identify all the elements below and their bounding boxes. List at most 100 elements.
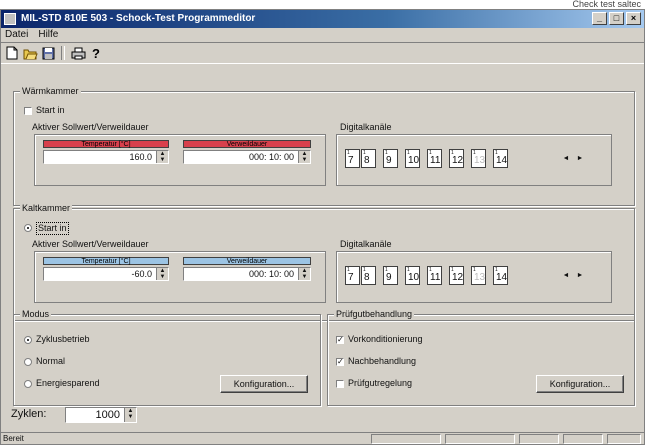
chamber-title: Kaltkammer [20,202,73,214]
save-icon[interactable] [40,45,56,61]
top-caption: Check test saltec [572,0,641,9]
status-text: Bereit [3,434,24,443]
temperature-spinner[interactable]: 160.0 ▲ ▼ [43,150,169,164]
toolbar-separator [61,46,65,60]
main-window: MIL-STD 810E 503 - Schock-Test Programme… [0,9,645,445]
scroll-right-icon[interactable]: ► [575,154,585,164]
mode-radio-energy[interactable] [24,380,32,388]
post-treatment-checkbox[interactable]: ✓ [336,358,344,366]
specimen-control-checkbox[interactable] [336,380,344,388]
digital-channel[interactable]: 18 [361,266,376,285]
start-label: Start in [36,105,65,115]
spin-updown-icon[interactable]: ▲ ▼ [298,151,310,163]
temperature-header: Temperatur [°C] [43,257,169,265]
menu-hilfe[interactable]: Hilfe [38,28,58,42]
menu-datei[interactable]: Datei [5,28,28,42]
maximize-button[interactable]: □ [609,12,624,25]
time-value: 000: 10: 00 [248,269,294,279]
spin-updown-icon[interactable]: ▲ ▼ [124,408,136,422]
digital-channel[interactable]: 1 14 [493,149,508,168]
digital-channel[interactable]: 1 13 [471,149,486,168]
menu-bar: Datei Hilfe [1,28,644,42]
digital-channel[interactable]: 19 [383,266,398,285]
svg-text:?: ? [92,46,100,60]
digital-channel[interactable]: 1 13 [471,266,486,285]
status-panel [519,434,559,444]
digital-channel[interactable]: 1 12 [449,266,464,285]
digital-channels-frame: 17 18 19 1 10 1 11 1 12 1 13 1 14 ◄ ► [336,134,612,186]
mode-radio-cycle[interactable] [24,336,32,344]
spin-updown-icon[interactable]: ▲ ▼ [156,268,168,280]
setpoint-frame: Temperatur [°C] 160.0 ▲ ▼ Verweildauer 00… [34,134,326,186]
open-folder-icon[interactable] [22,45,38,61]
active-setpoint-label: Aktiver Sollwert/Verweildauer [32,239,149,249]
cycles-label: Zyklen: [11,408,47,420]
window-title: MIL-STD 810E 503 - Schock-Test Programme… [21,13,256,24]
digital-channel[interactable]: 1 11 [427,149,442,168]
chamber-title: Wärmkammer [20,85,81,97]
channel-row: 17 18 19 1 10 1 11 1 12 1 13 1 14 [345,266,525,286]
minimize-button[interactable]: _ [592,12,607,25]
treatment-config-button[interactable]: Konfiguration... [536,375,624,393]
digital-channel[interactable]: 1 10 [405,266,420,285]
temperature-spinner[interactable]: -60.0 ▲ ▼ [43,267,169,281]
spin-updown-icon[interactable]: ▲ ▼ [298,268,310,280]
mode-option-label: Zyklusbetrieb [36,334,90,344]
status-panel [563,434,603,444]
temperature-value: 160.0 [129,152,152,162]
start-radio[interactable] [24,224,32,232]
digital-channels-label: Digitalkanäle [340,122,392,132]
time-spinner[interactable]: 000: 10: 00 ▲ ▼ [183,267,311,281]
temperature-header: Temperatur [°C] [43,140,169,148]
digital-channel[interactable]: 1 11 [427,266,442,285]
app-icon [4,13,16,25]
print-icon[interactable] [70,45,86,61]
channel-row: 17 18 19 1 10 1 11 1 12 1 13 1 14 [345,149,525,169]
status-panel [607,434,641,444]
chamber-group-warm: Wärmkammer Start in Aktiver Sollwert/Ver… [13,85,635,206]
setpoint-frame: Temperatur [°C] -60.0 ▲ ▼ Verweildauer 00… [34,251,326,303]
start-label: Start in [36,222,69,235]
mode-group: Modus Zyklusbetrieb Normal Energiesparen… [13,308,321,406]
close-button[interactable]: × [626,12,641,25]
treatment-option-label: Prüfgutregelung [348,378,413,388]
time-header: Verweildauer [183,140,311,148]
help-icon[interactable]: ? [88,45,104,61]
scroll-left-icon[interactable]: ◄ [561,271,571,281]
time-header: Verweildauer [183,257,311,265]
chamber-group-cold: Kaltkammer Start in Aktiver Sollwert/Ver… [13,202,635,321]
digital-channels-frame: 17 18 19 1 10 1 11 1 12 1 13 1 14 ◄ ► [336,251,612,303]
status-panel [371,434,441,444]
digital-channel[interactable]: 17 [345,266,360,285]
mode-radio-normal[interactable] [24,358,32,366]
digital-channel[interactable]: 19 [383,149,398,168]
cycles-spinner[interactable]: 1000 ▲ ▼ [65,407,137,423]
time-value: 000: 10: 00 [248,152,294,162]
time-spinner[interactable]: 000: 10: 00 ▲ ▼ [183,150,311,164]
spin-updown-icon[interactable]: ▲ ▼ [156,151,168,163]
mode-option-label: Energiesparend [36,378,100,388]
digital-channel[interactable]: 18 [361,149,376,168]
digital-channel[interactable]: 1 10 [405,149,420,168]
pre-conditioning-checkbox[interactable]: ✓ [336,336,344,344]
treatment-option-label: Nachbehandlung [348,356,417,366]
start-checkbox[interactable] [24,107,32,115]
treatment-group: Prüfgutbehandlung ✓ Vorkonditionierung ✓… [327,308,635,406]
mode-title: Modus [20,308,52,320]
mode-config-button[interactable]: Konfiguration... [220,375,308,393]
digital-channels-label: Digitalkanäle [340,239,392,249]
new-doc-icon[interactable] [4,45,20,61]
scroll-left-icon[interactable]: ◄ [561,154,571,164]
digital-channel[interactable]: 17 [345,149,360,168]
treatment-option-label: Vorkonditionierung [348,334,423,344]
scroll-right-icon[interactable]: ► [575,271,585,281]
temperature-value: -60.0 [131,269,152,279]
treatment-title: Prüfgutbehandlung [334,308,415,320]
cycles-value: 1000 [95,409,120,421]
active-setpoint-label: Aktiver Sollwert/Verweildauer [32,122,149,132]
digital-channel[interactable]: 1 14 [493,266,508,285]
mode-option-label: Normal [36,356,66,366]
title-bar: MIL-STD 810E 503 - Schock-Test Programme… [1,10,644,28]
digital-channel[interactable]: 1 12 [449,149,464,168]
toolbar: ? [1,42,644,64]
